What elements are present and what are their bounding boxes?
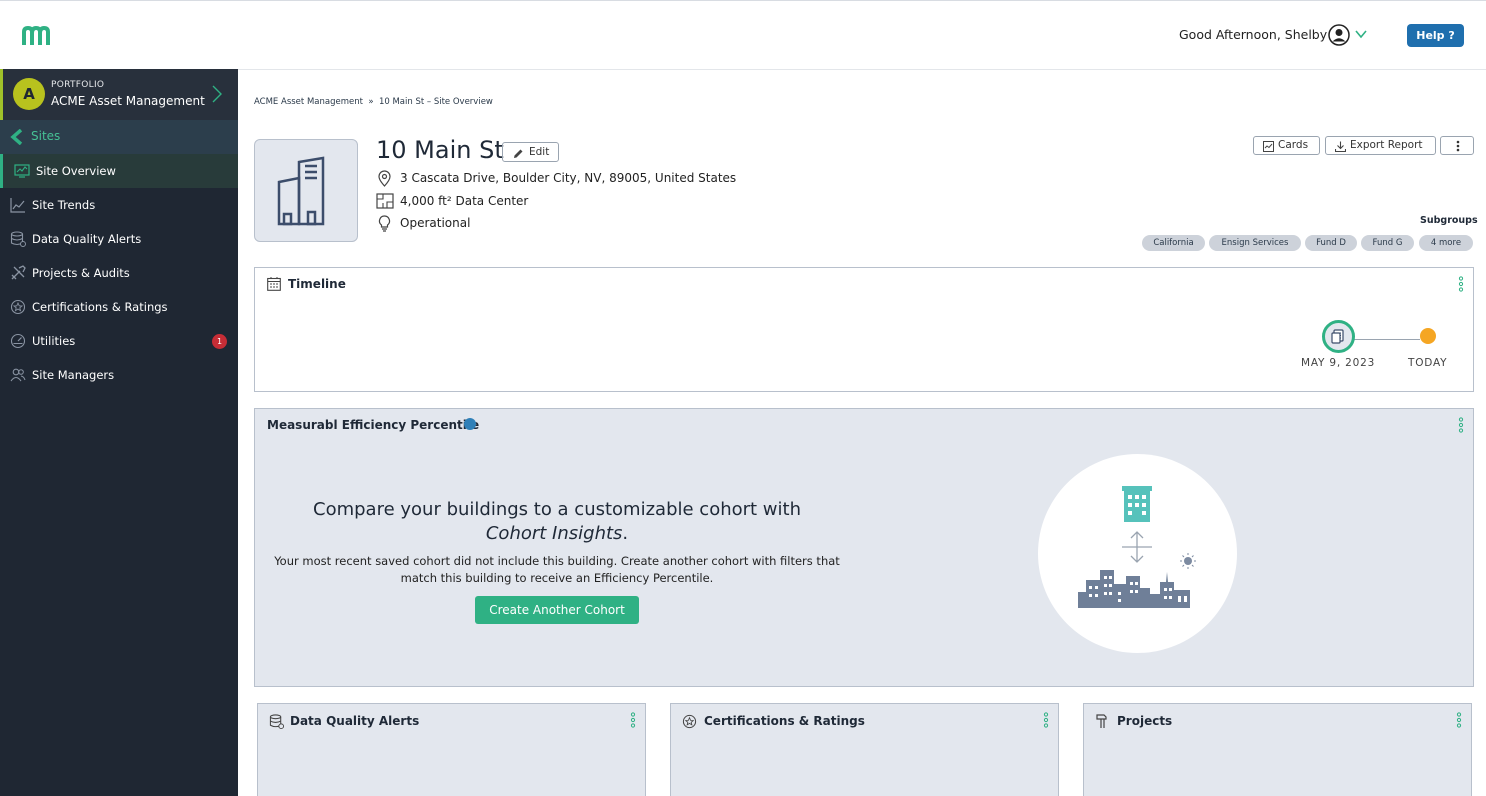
cohort-heading-suffix: . — [622, 523, 629, 544]
export-label: Export Report — [1350, 139, 1423, 151]
data-stack-icon — [1331, 329, 1344, 344]
users-icon — [10, 368, 26, 382]
portfolio-selector[interactable]: A PORTFOLIO ACME Asset Management — [0, 69, 238, 120]
utilities-alert-badge: 1 — [212, 334, 227, 349]
sidebar-item-label: Data Quality Alerts — [32, 232, 142, 246]
portfolio-name: ACME Asset Management — [51, 94, 205, 108]
subgroup-more-chip[interactable]: 4 more — [1419, 235, 1473, 251]
export-report-button[interactable]: Export Report — [1325, 136, 1436, 155]
lightbulb-icon — [378, 215, 391, 232]
measurabl-logo-icon[interactable] — [22, 25, 50, 47]
badge-star-icon — [10, 299, 26, 315]
certifications-card-title: Certifications & Ratings — [704, 714, 865, 728]
sidebar-back-label: Sites — [31, 129, 61, 143]
subgroup-chip[interactable]: Ensign Services — [1209, 235, 1301, 251]
portfolio-label: PORTFOLIO — [51, 80, 105, 90]
portfolio-avatar: A — [13, 78, 45, 110]
sidebar-item-projects-audits[interactable]: Projects & Audits — [0, 256, 238, 290]
efficiency-menu-icon[interactable] — [1458, 417, 1464, 433]
timeline-menu-icon[interactable] — [1458, 276, 1464, 292]
more-vertical-icon — [1456, 140, 1460, 152]
top-header: Good Afternoon, Shelby Help ? — [0, 0, 1486, 70]
pencil-icon — [514, 149, 523, 158]
edit-label: Edit — [529, 146, 550, 158]
sidebar-item-label: Site Trends — [32, 198, 96, 212]
sidebar-item-certifications-ratings[interactable]: Certifications & Ratings — [0, 290, 238, 324]
projects-card-title: Projects — [1117, 714, 1173, 728]
city-comparison-icon — [1078, 486, 1196, 608]
efficiency-title: Measurabl Efficiency Percentile — [267, 418, 480, 432]
cohort-illustration — [1038, 454, 1237, 653]
cohort-insights-emphasis: Cohort Insights — [485, 523, 623, 544]
sidebar-item-label: Certifications & Ratings — [32, 300, 168, 314]
cards-label: Cards — [1278, 139, 1309, 151]
map-pin-icon — [378, 170, 391, 187]
sidebar-item-label: Projects & Audits — [32, 266, 130, 280]
sidebar-back-sites[interactable]: Sites — [0, 120, 238, 154]
breadcrumb[interactable]: ACME Asset Management » 10 Main St – Sit… — [254, 97, 493, 107]
cohort-heading: Compare your buildings to a customizable… — [272, 498, 842, 546]
site-area-type: 4,000 ft² Data Center — [400, 194, 529, 208]
help-button[interactable]: Help ? — [1407, 24, 1464, 47]
sidebar-item-site-trends[interactable]: Site Trends — [0, 188, 238, 222]
sidebar-item-data-quality-alerts[interactable]: Data Quality Alerts — [0, 222, 238, 256]
site-address: 3 Cascata Drive, Boulder City, NV, 89005… — [400, 171, 737, 185]
user-avatar-icon[interactable] — [1328, 24, 1350, 46]
chevron-right-icon — [212, 85, 222, 103]
create-another-cohort-button[interactable]: Create Another Cohort — [475, 596, 639, 624]
calendar-icon — [267, 277, 281, 291]
sidebar-item-label: Site Managers — [32, 368, 115, 382]
floor-plan-icon — [376, 193, 394, 209]
timeline-connector — [1354, 339, 1420, 340]
timeline-today-label: TODAY — [1408, 357, 1448, 369]
sidebar-item-site-overview[interactable]: Site Overview — [0, 154, 238, 188]
certifications-ratings-card: Certifications & Ratings — [670, 703, 1059, 796]
user-menu-chevron-down-icon[interactable] — [1354, 28, 1368, 40]
tools-icon — [11, 265, 26, 280]
cohort-heading-prefix: Compare your buildings to a customizable… — [313, 499, 801, 520]
subgroup-chip[interactable]: Fund G — [1361, 235, 1414, 251]
site-title: 10 Main St — [376, 136, 504, 164]
sidebar-item-site-managers[interactable]: Site Managers — [0, 358, 238, 392]
download-icon — [1335, 141, 1346, 152]
badge-star-icon — [682, 714, 697, 729]
timeline-milestone-start[interactable] — [1322, 320, 1355, 353]
data-quality-alerts-card: Data Quality Alerts — [257, 703, 646, 796]
edit-site-button[interactable]: Edit — [502, 142, 559, 162]
chevron-left-icon — [10, 129, 23, 145]
subgroup-chip[interactable]: Fund D — [1305, 235, 1357, 251]
database-alert-icon — [10, 231, 26, 247]
certifications-menu-icon[interactable] — [1043, 712, 1049, 728]
cards-icon — [1263, 141, 1274, 152]
gauge-icon — [10, 333, 26, 349]
tools-icon — [1096, 714, 1107, 728]
efficiency-percentile-card: Measurabl Efficiency Percentile — [254, 408, 1474, 687]
trend-line-icon — [10, 198, 25, 213]
building-icon — [277, 156, 325, 226]
subgroup-chip[interactable]: California — [1142, 235, 1205, 251]
timeline-title: Timeline — [288, 277, 346, 291]
timeline-start-date: MAY 9, 2023 — [1301, 357, 1376, 369]
projects-menu-icon[interactable] — [1456, 712, 1462, 728]
chart-monitor-icon — [14, 164, 30, 178]
sidebar: A PORTFOLIO ACME Asset Management Sites … — [0, 69, 238, 796]
projects-card: Projects — [1083, 703, 1472, 796]
sidebar-item-label: Utilities — [32, 334, 76, 348]
cohort-description: Your most recent saved cohort did not in… — [274, 554, 840, 585]
more-options-button[interactable] — [1440, 136, 1474, 155]
cards-button[interactable]: Cards — [1253, 136, 1320, 155]
data-quality-menu-icon[interactable] — [630, 712, 636, 728]
timeline-card: Timeline — [254, 267, 1474, 392]
site-building-thumbnail — [254, 139, 358, 242]
sidebar-item-utilities[interactable]: Utilities 1 — [0, 324, 238, 358]
info-icon[interactable] — [464, 418, 476, 430]
data-quality-card-title: Data Quality Alerts — [290, 714, 420, 728]
timeline-milestone-today[interactable] — [1420, 328, 1436, 344]
sidebar-item-label: Site Overview — [36, 164, 116, 178]
database-alert-icon — [269, 714, 284, 729]
site-status: Operational — [400, 216, 471, 230]
user-greeting: Good Afternoon, Shelby — [1179, 27, 1328, 42]
subgroups-label: Subgroups — [1420, 215, 1478, 226]
